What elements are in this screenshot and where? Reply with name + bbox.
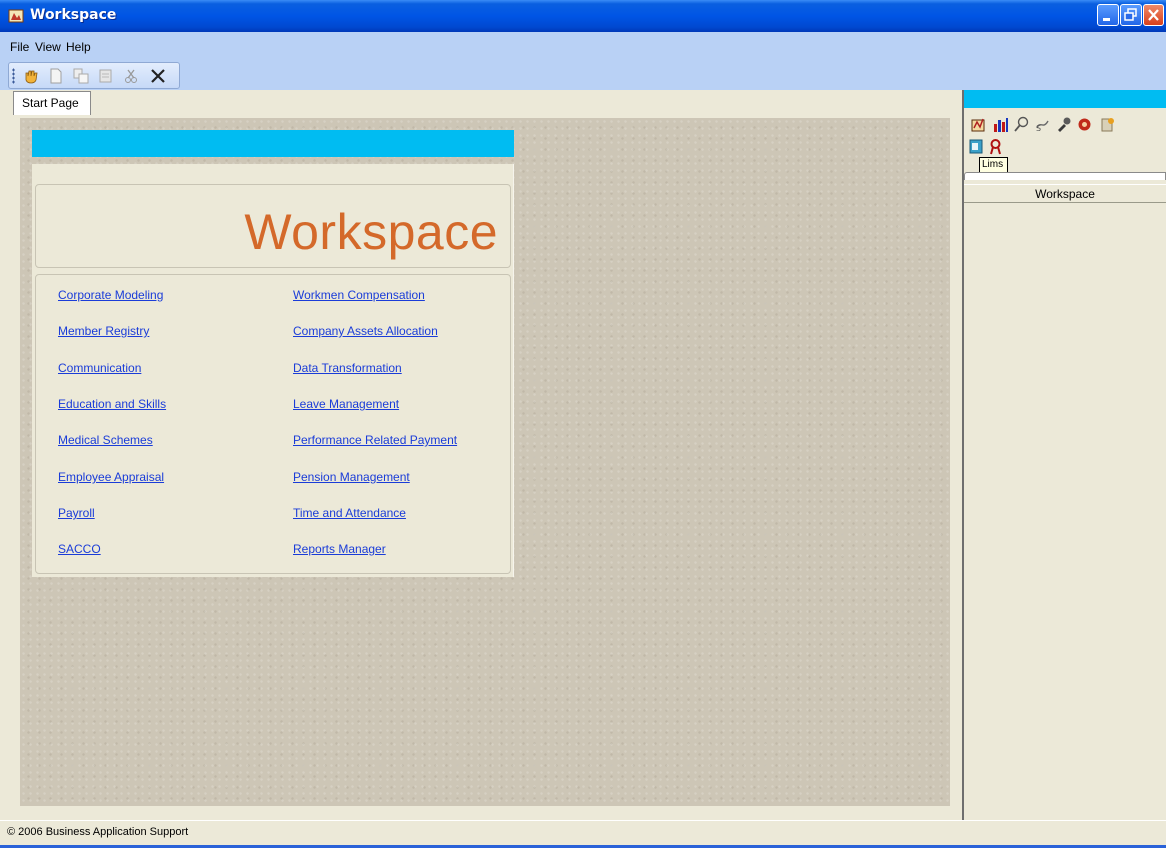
- module-links-box: [35, 274, 511, 574]
- dock-column-header[interactable]: Workspace: [964, 184, 1166, 203]
- menu-view-label: View: [35, 40, 61, 54]
- copy-icon[interactable]: [72, 67, 90, 85]
- menu-bar: [0, 32, 1166, 62]
- window-title: Workspace: [30, 7, 117, 23]
- minimize-button[interactable]: [1097, 4, 1119, 26]
- grab-hand-icon[interactable]: [22, 67, 40, 85]
- start-page-header-bar: [32, 130, 514, 157]
- workspace-logo: Workspace: [244, 204, 498, 260]
- help-icon[interactable]: [1099, 116, 1116, 133]
- tooltip-lims: Lims: [979, 157, 1008, 173]
- menu-file-label: File: [10, 40, 30, 54]
- title-bar[interactable]: Workspace: [0, 0, 1166, 32]
- link-sacco[interactable]: SACCO: [58, 542, 101, 556]
- edit-icon[interactable]: [97, 67, 115, 85]
- tab-strip: [0, 90, 962, 118]
- logo-box: Workspace: [35, 184, 511, 268]
- link-corporate-modeling[interactable]: Corporate Modeling: [58, 288, 163, 302]
- ribbon-icon[interactable]: [987, 138, 1004, 155]
- link-workmen-compensation[interactable]: Workmen Compensation: [293, 288, 425, 302]
- menu-view[interactable]: View: [35, 40, 61, 54]
- cut-icon[interactable]: [122, 67, 140, 85]
- minimize-icon: [1103, 18, 1110, 21]
- menu-help[interactable]: Help: [66, 40, 91, 54]
- close-icon: [1148, 9, 1159, 21]
- link-payroll[interactable]: Payroll: [58, 506, 95, 520]
- link-company-assets-allocation[interactable]: Company Assets Allocation: [293, 324, 438, 338]
- delete-icon[interactable]: [149, 67, 167, 85]
- link-member-registry[interactable]: Member Registry: [58, 324, 149, 338]
- link-performance-related-payment[interactable]: Performance Related Payment: [293, 433, 457, 447]
- module-icon-4[interactable]: S: [1034, 116, 1051, 133]
- toolbar-grip[interactable]: [12, 68, 15, 84]
- link-reports-manager[interactable]: Reports Manager: [293, 542, 386, 556]
- tab-start-page[interactable]: Start Page: [13, 91, 91, 115]
- link-communication[interactable]: Communication: [58, 361, 141, 375]
- link-medical-schemes[interactable]: Medical Schemes: [58, 433, 153, 447]
- close-button[interactable]: [1143, 4, 1164, 26]
- module-icon-1[interactable]: [970, 116, 987, 133]
- settings-icon[interactable]: [1076, 116, 1093, 133]
- tools-icon[interactable]: [1055, 116, 1072, 133]
- link-pension-management[interactable]: Pension Management: [293, 470, 410, 484]
- dock-header-bar: [964, 90, 1166, 108]
- dock-tab-area: [964, 172, 1166, 180]
- tab-start-page-label: Start Page: [22, 96, 79, 110]
- search-icon[interactable]: [1013, 116, 1030, 133]
- menu-help-label: Help: [66, 40, 91, 54]
- link-employee-appraisal[interactable]: Employee Appraisal: [58, 470, 164, 484]
- link-leave-management[interactable]: Leave Management: [293, 397, 399, 411]
- app-icon: [8, 9, 24, 23]
- chart-icon[interactable]: [992, 116, 1009, 133]
- new-document-icon[interactable]: [47, 67, 65, 85]
- toolstrip: [8, 62, 180, 89]
- menu-file[interactable]: File: [10, 40, 29, 54]
- link-time-and-attendance[interactable]: Time and Attendance: [293, 506, 406, 520]
- restore-icon: [1124, 8, 1137, 21]
- lims-icon[interactable]: [968, 138, 985, 155]
- link-education-and-skills[interactable]: Education and Skills: [58, 397, 166, 411]
- status-text: © 2006 Business Application Support: [7, 826, 189, 838]
- restore-button[interactable]: [1120, 4, 1142, 26]
- link-data-transformation[interactable]: Data Transformation: [293, 361, 402, 375]
- svg-text:S: S: [1036, 124, 1041, 133]
